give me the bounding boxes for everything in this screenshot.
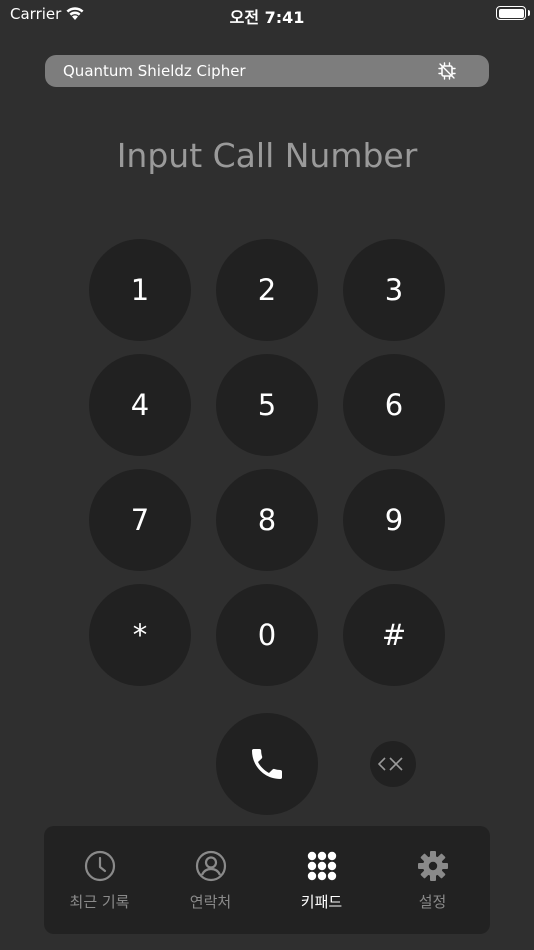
input-call-number-title: Input Call Number [116, 136, 418, 175]
key-8[interactable]: 8 [216, 469, 318, 571]
key-5[interactable]: 5 [216, 354, 318, 456]
tab-label-contacts: 연락처 [189, 893, 232, 911]
status-time: 오전 7:41 [229, 8, 305, 27]
person-icon [195, 850, 227, 882]
tab-recent-calls[interactable]: 최근 기록 [44, 826, 155, 934]
tab-label-recent-calls: 최근 기록 [69, 893, 130, 911]
key-4[interactable]: 4 [89, 354, 191, 456]
key-3[interactable]: 3 [343, 239, 445, 341]
status-bar: Carrier 오전 7:41 [0, 0, 534, 28]
cipher-label: Quantum Shieldz Cipher [63, 62, 246, 80]
key-9[interactable]: 9 [343, 469, 445, 571]
key-6[interactable]: 6 [343, 354, 445, 456]
key-0[interactable]: 0 [216, 584, 318, 686]
key-hash[interactable]: # [343, 584, 445, 686]
delete-button[interactable] [370, 741, 416, 787]
chip-icon[interactable] [437, 61, 457, 81]
clock-icon [84, 850, 116, 882]
tab-keypad[interactable]: 키패드 [266, 826, 377, 934]
keypad-icon [307, 851, 337, 881]
phone-icon [252, 749, 282, 779]
key-2[interactable]: 2 [216, 239, 318, 341]
cipher-bar[interactable]: Quantum Shieldz Cipher [45, 55, 489, 87]
tab-settings[interactable]: 설정 [377, 826, 488, 934]
key-7[interactable]: 7 [89, 469, 191, 571]
delete-icon [378, 757, 403, 771]
battery-level [498, 8, 524, 18]
call-button[interactable] [216, 713, 318, 815]
tab-contacts[interactable]: 연락처 [155, 826, 266, 934]
key-star[interactable]: * [89, 584, 191, 686]
battery-icon [496, 6, 526, 20]
key-1[interactable]: 1 [89, 239, 191, 341]
tab-label-settings: 설정 [418, 893, 447, 911]
tab-bar: 최근 기록 연락처 키패드 설정 [44, 826, 490, 934]
tab-label-keypad: 키패드 [300, 893, 343, 911]
gear-icon [418, 851, 448, 881]
